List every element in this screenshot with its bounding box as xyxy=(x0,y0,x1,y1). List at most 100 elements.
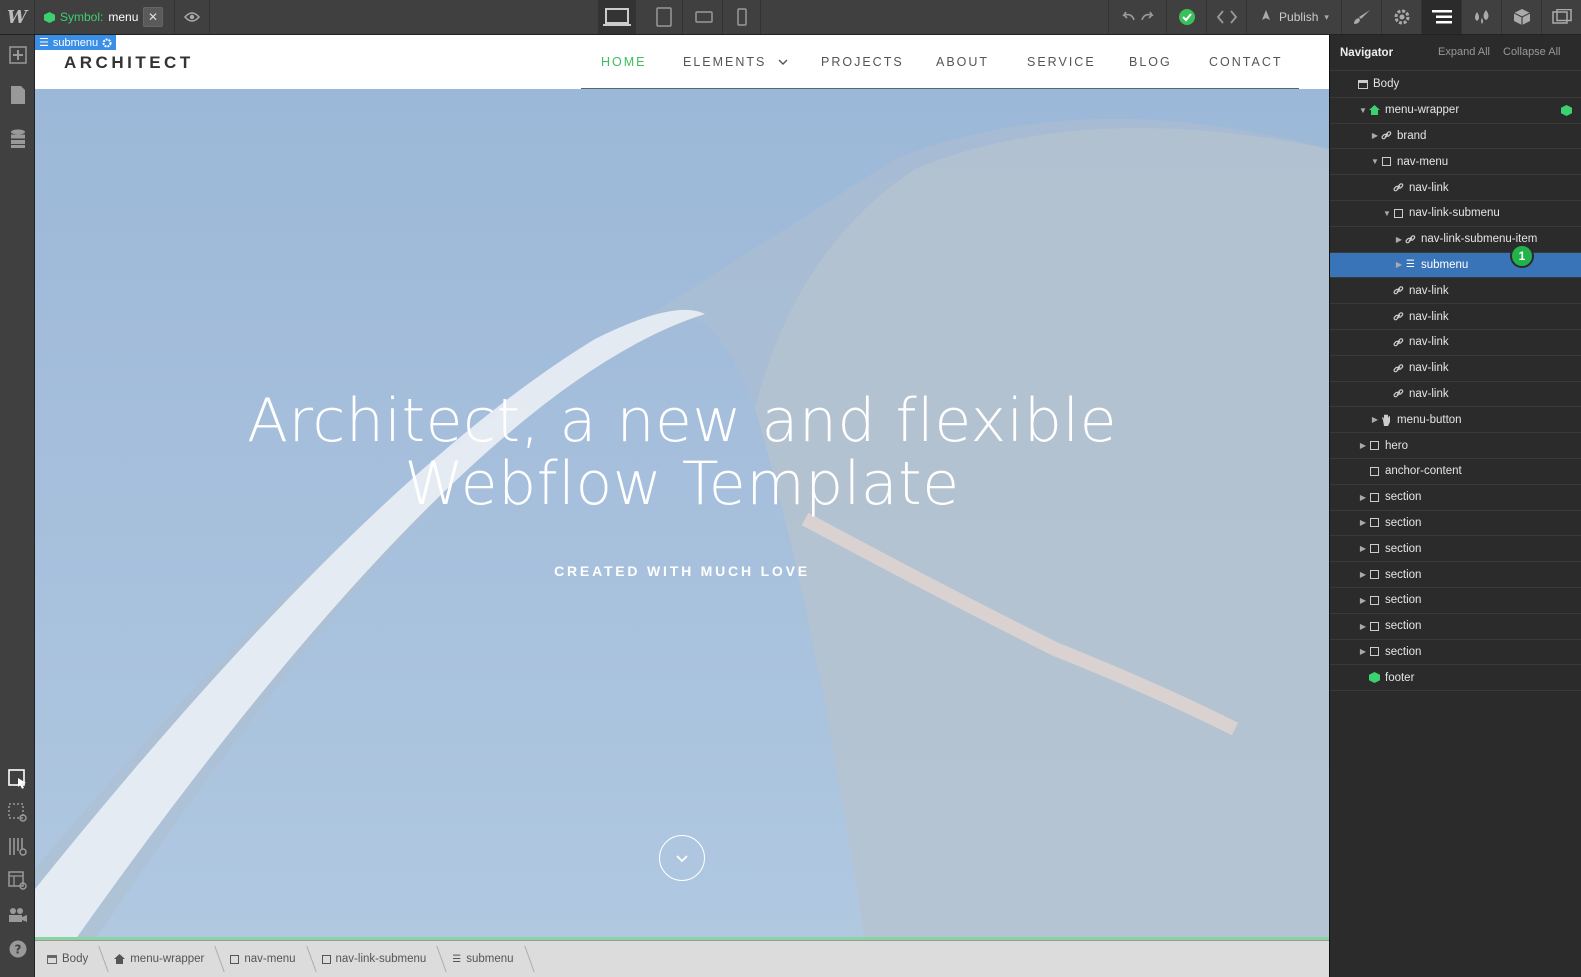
scroll-down-button[interactable] xyxy=(659,835,705,881)
notification-badge[interactable]: 1 xyxy=(1510,244,1534,268)
navigator-node-section[interactable]: ▶ section xyxy=(1330,588,1581,614)
expand-all-button[interactable]: Expand All xyxy=(1438,46,1490,58)
navigator-node-section[interactable]: ▶ section xyxy=(1330,640,1581,666)
hero-heading-line-2: Webflow Template xyxy=(404,449,960,519)
preview-eye-button[interactable] xyxy=(174,0,210,34)
caret-right-icon[interactable]: ▶ xyxy=(1370,415,1380,424)
help-button[interactable]: ? xyxy=(0,932,35,966)
design-canvas[interactable]: ARCHITECT HOME ELEMENTS PROJECTS ABOUT S… xyxy=(35,35,1329,940)
caret-right-icon[interactable]: ▶ xyxy=(1370,131,1380,140)
breadcrumb-submenu[interactable]: ☰ submenu xyxy=(440,941,527,977)
caret-right-icon[interactable]: ▶ xyxy=(1358,544,1368,553)
navigator-node-anchor-content[interactable]: anchor-content xyxy=(1330,459,1581,485)
link-icon xyxy=(1392,181,1405,194)
caret-down-icon[interactable]: ▼ xyxy=(1382,209,1392,218)
navigator-node-label: hero xyxy=(1385,439,1409,452)
selected-element-tag[interactable]: ☰ submenu xyxy=(35,35,117,50)
caret-right-icon[interactable]: ▶ xyxy=(1394,260,1404,269)
nav-link-blog[interactable]: BLOG xyxy=(1129,55,1172,69)
add-elements-button[interactable] xyxy=(0,38,35,72)
caret-right-icon[interactable]: ▶ xyxy=(1358,493,1368,502)
navigator-panel-tab[interactable] xyxy=(1421,0,1461,34)
navigator-node-nav-link[interactable]: nav-link xyxy=(1330,382,1581,408)
navigator-node-nav-link[interactable]: nav-link xyxy=(1330,330,1581,356)
publish-button[interactable]: Publish ▾ xyxy=(1246,0,1341,34)
navigator-node-menu-wrapper[interactable]: ▼ menu-wrapper xyxy=(1330,98,1581,124)
navigator-node-Body[interactable]: Body xyxy=(1330,72,1581,98)
desktop-view-button[interactable] xyxy=(598,0,636,34)
navigator-node-hero[interactable]: ▶ hero xyxy=(1330,433,1581,459)
breadcrumb-body[interactable]: Body xyxy=(35,941,102,977)
settings-panel-tab[interactable] xyxy=(1381,0,1421,34)
toolbar-right: Publish ▾ xyxy=(1108,0,1581,34)
symbols-panel-tab[interactable] xyxy=(1501,0,1541,34)
navigator-node-nav-link[interactable]: nav-link xyxy=(1330,175,1581,201)
undo-redo-group[interactable] xyxy=(1108,0,1166,34)
nav-link-elements[interactable]: ELEMENTS xyxy=(683,55,788,69)
phone-view-button[interactable] xyxy=(723,0,761,34)
gear-icon[interactable] xyxy=(102,38,112,48)
status-check[interactable] xyxy=(1166,0,1206,34)
nav-link-service[interactable]: SERVICE xyxy=(1027,55,1096,69)
assets-panel-tab[interactable] xyxy=(1541,0,1581,34)
caret-right-icon[interactable]: ▶ xyxy=(1358,647,1368,656)
xray-button[interactable] xyxy=(0,864,35,898)
link-icon xyxy=(1392,336,1405,349)
nav-link-home[interactable]: HOME xyxy=(601,55,647,69)
hero-heading[interactable]: Architect, a new and flexible Webflow Te… xyxy=(35,390,1329,516)
hero-heading-line-1: Architect, a new and flexible xyxy=(246,386,1118,456)
caret-down-icon[interactable]: ▼ xyxy=(1370,157,1380,166)
navigator-node-nav-menu[interactable]: ▼ nav-menu xyxy=(1330,149,1581,176)
caret-down-icon[interactable]: ▼ xyxy=(1358,106,1368,115)
nav-link-about[interactable]: ABOUT xyxy=(936,55,989,69)
navigator-node-section[interactable]: ▶ section xyxy=(1330,562,1581,588)
navigator-node-section[interactable]: ▶ section xyxy=(1330,614,1581,640)
grid-overlay-button[interactable] xyxy=(0,830,35,864)
box-icon xyxy=(1368,620,1381,633)
navigator-node-nav-link[interactable]: nav-link xyxy=(1330,304,1581,330)
show-edges-button[interactable] xyxy=(0,796,35,830)
navigator-node-nav-link-submenu-item[interactable]: ▶ nav-link-submenu-item xyxy=(1330,227,1581,253)
dashed-box-eye-icon xyxy=(7,803,27,822)
navigator-node-nav-link[interactable]: nav-link xyxy=(1330,278,1581,305)
navigator-node-menu-button[interactable]: ▶ menu-button xyxy=(1330,407,1581,434)
caret-right-icon[interactable]: ▶ xyxy=(1358,622,1368,631)
symbol-icon xyxy=(1368,671,1381,684)
breadcrumb-nav-link-submenu[interactable]: nav-link-submenu xyxy=(310,941,441,977)
navigator-node-brand[interactable]: ▶ brand xyxy=(1330,124,1581,150)
caret-right-icon[interactable]: ▶ xyxy=(1358,570,1368,579)
webflow-logo[interactable]: W xyxy=(0,0,35,34)
navigator-node-nav-link-submenu[interactable]: ▼ nav-link-submenu xyxy=(1330,201,1581,227)
caret-right-icon[interactable]: ▶ xyxy=(1358,596,1368,605)
symbol-label: Symbol: xyxy=(60,10,104,24)
navigator-node-nav-link[interactable]: nav-link xyxy=(1330,356,1581,382)
navigator-node-label: nav-link xyxy=(1409,362,1449,375)
style-panel-tab[interactable] xyxy=(1341,0,1381,34)
select-tool-button[interactable] xyxy=(0,762,35,796)
interactions-panel-tab[interactable] xyxy=(1461,0,1501,34)
cms-button[interactable] xyxy=(0,122,35,156)
video-tutorials-button[interactable] xyxy=(0,898,35,932)
list-icon: ☰ xyxy=(1406,259,1415,271)
nav-link-projects[interactable]: PROJECTS xyxy=(821,55,904,69)
navigator-node-submenu[interactable]: ▶ ☰ submenu xyxy=(1330,252,1581,279)
caret-right-icon[interactable]: ▶ xyxy=(1358,441,1368,450)
caret-right-icon[interactable]: ▶ xyxy=(1394,235,1404,244)
hero-subheading[interactable]: CREATED WITH MUCH LOVE xyxy=(35,563,1329,579)
caret-right-icon[interactable]: ▶ xyxy=(1358,518,1368,527)
tablet-view-button[interactable] xyxy=(645,0,683,34)
chevron-down-icon xyxy=(676,854,688,862)
navigator-node-section[interactable]: ▶ section xyxy=(1330,485,1581,511)
breadcrumb-nav-menu[interactable]: nav-menu xyxy=(218,941,309,977)
navigator-node-footer[interactable]: footer xyxy=(1330,665,1581,692)
code-export-button[interactable] xyxy=(1206,0,1246,34)
pages-button[interactable] xyxy=(0,78,35,112)
close-symbol-button[interactable]: ✕ xyxy=(143,7,163,27)
breadcrumb-menu-wrapper[interactable]: menu-wrapper xyxy=(102,941,218,977)
site-brand[interactable]: ARCHITECT xyxy=(64,53,194,73)
nav-link-contact[interactable]: CONTACT xyxy=(1209,55,1283,69)
collapse-all-button[interactable]: Collapse All xyxy=(1503,46,1560,58)
landscape-view-button[interactable] xyxy=(685,0,723,34)
navigator-node-section[interactable]: ▶ section xyxy=(1330,536,1581,563)
navigator-node-section[interactable]: ▶ section xyxy=(1330,511,1581,537)
